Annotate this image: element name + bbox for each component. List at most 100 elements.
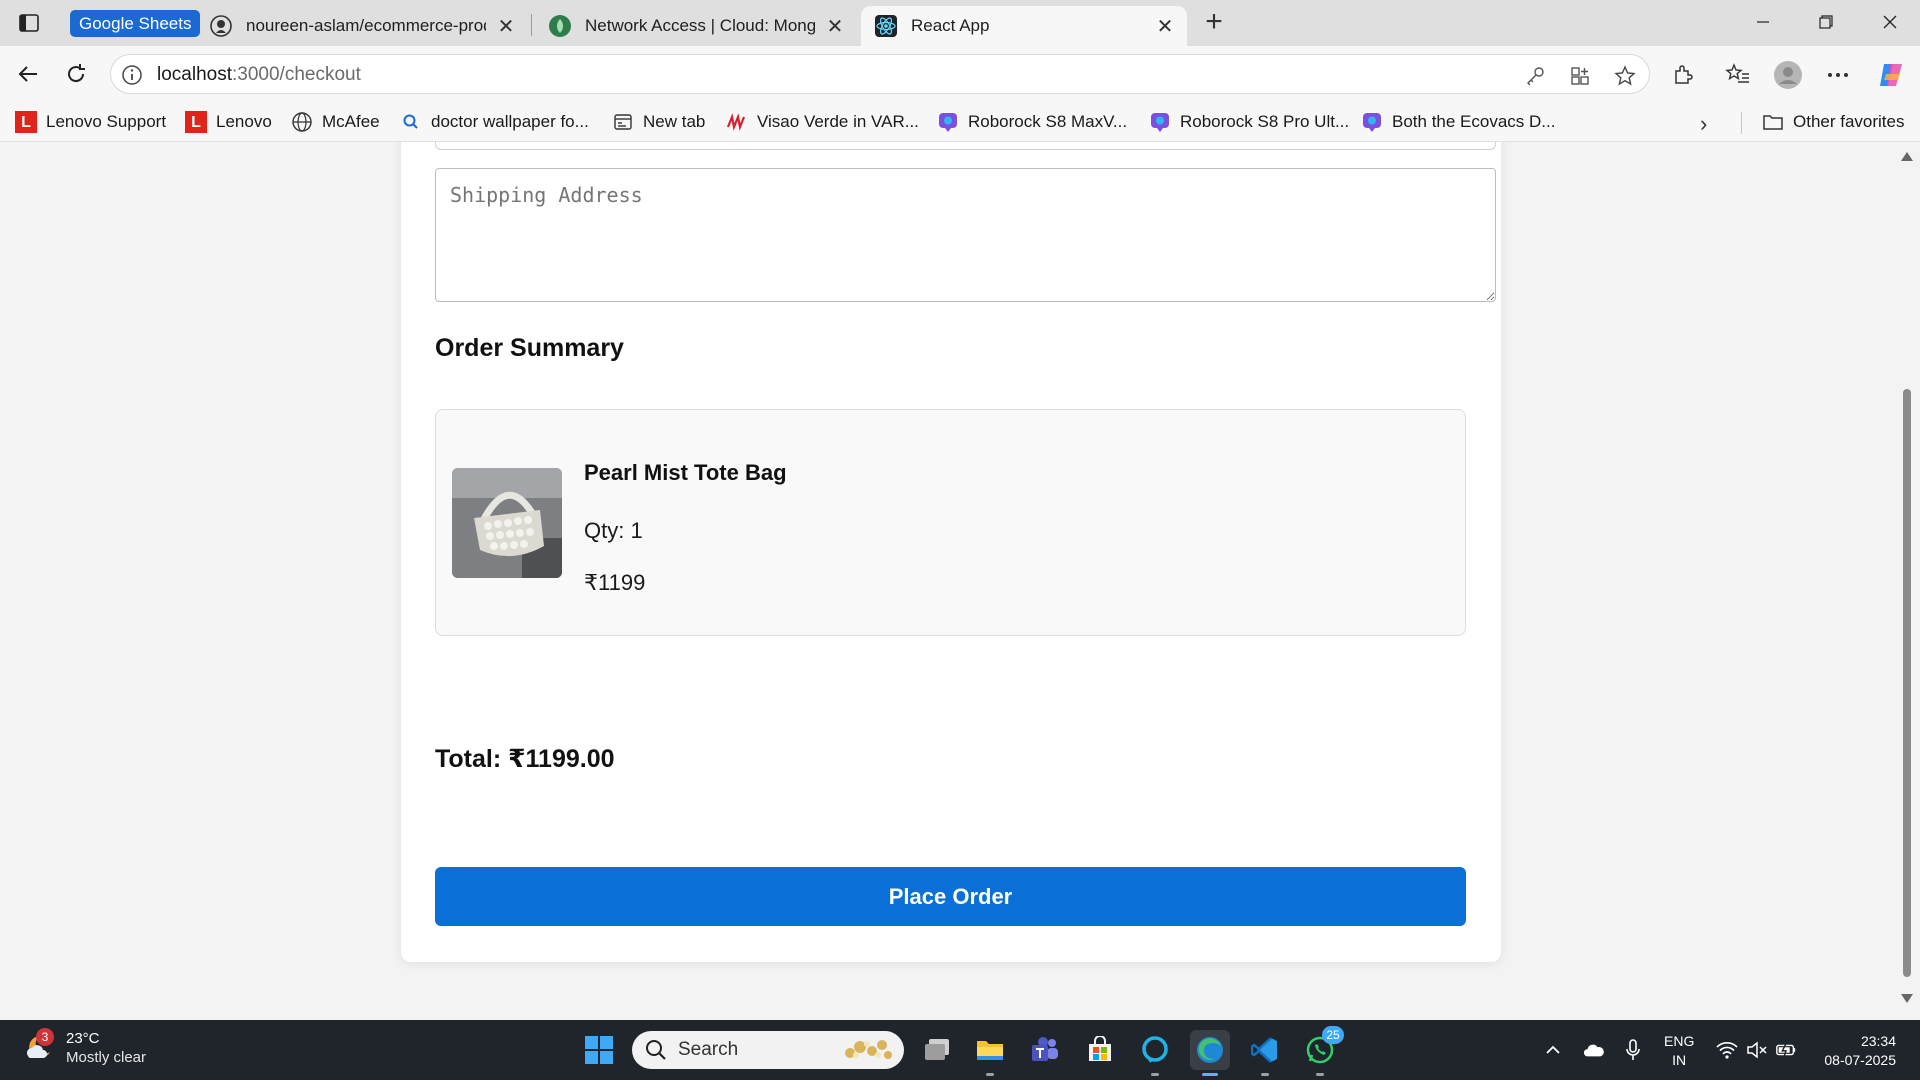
key-icon[interactable] [1523,64,1547,88]
varanasi-icon [726,111,748,133]
mongodb-leaf-icon [549,15,571,37]
globe-icon [291,111,313,133]
restore-icon[interactable] [1796,0,1856,44]
address-toolbar: localhost:3000/checkout [0,46,1920,102]
minimize-icon[interactable] [1733,0,1793,44]
bookmark-label: doctor wallpaper fo... [431,112,589,131]
bookmark-label: Both the Ecovacs D... [1392,112,1556,131]
profile-avatar-icon[interactable] [1773,60,1803,90]
scrollbar-thumb[interactable] [1903,389,1911,977]
bookmark-label: McAfee [322,112,380,131]
lenovo-icon: L [185,111,207,133]
battery-charging-icon[interactable] [1775,1039,1797,1061]
microsoft-store-icon[interactable] [1080,1030,1120,1070]
star-icon[interactable] [1613,64,1637,88]
checkout-card: Order Summary Pearl Mist Tote Bag [401,142,1501,962]
language-indicator[interactable]: ENG IN [1664,1032,1694,1070]
search-placeholder: Search [678,1039,739,1060]
microphone-icon[interactable] [1622,1039,1644,1061]
wifi-icon[interactable] [1716,1039,1738,1061]
bookmark-label: Lenovo [216,112,272,131]
folder-icon [1762,111,1784,133]
chevron-up-icon[interactable] [1542,1039,1564,1061]
teams-icon[interactable] [1025,1030,1065,1070]
close-icon[interactable]: ✕ [823,14,847,38]
bookmark-label: Visao Verde in VAR... [757,112,919,131]
tab-bar: Google Sheets noureen-aslam/ecommerce-pr… [0,0,1920,46]
place-order-button[interactable]: Place Order [435,867,1466,926]
volume-muted-icon[interactable] [1746,1039,1768,1061]
tab-actions-icon[interactable] [14,10,44,36]
tab-title: React App [911,16,990,35]
file-explorer-icon[interactable] [970,1030,1010,1076]
notification-badge: 25 [1322,1026,1344,1044]
shipping-address-input[interactable] [435,168,1496,302]
windows-taskbar: 3 23°C Mostly clear Search 25 ENG IN 23:… [0,1020,1920,1080]
order-summary-title: Order Summary [435,334,624,362]
weather-widget[interactable]: 3 23°C Mostly clear [22,1028,147,1067]
chevron-right-icon[interactable]: › [1700,111,1707,137]
back-arrow-icon[interactable] [12,58,44,90]
product-image [452,468,562,578]
tab-github[interactable]: noureen-aslam/ecommerce-prod ✕ [196,6,528,46]
clock-date: 08-07-2025 [1824,1052,1896,1068]
bookmark-label: Other favorites [1793,112,1905,131]
system-clock[interactable]: 23:34 08-07-2025 [1816,1032,1896,1070]
window-close-icon[interactable] [1860,0,1920,44]
favorites-icon[interactable] [1723,60,1753,90]
onedrive-cloud-icon[interactable] [1583,1039,1605,1061]
bookmark-doctor-wallpaper[interactable]: doctor wallpaper fo... [400,110,589,134]
github-icon [210,15,232,37]
copilot-icon[interactable] [1876,60,1906,90]
weather-condition: Mostly clear [66,1049,147,1066]
search-icon [400,111,422,133]
task-view-icon[interactable] [917,1030,957,1070]
site-info-icon[interactable] [121,64,143,86]
scroll-down-arrow-icon[interactable] [1901,994,1913,1003]
extensions-icon[interactable] [1668,60,1698,90]
product-name: Pearl Mist Tote Bag [584,460,787,485]
weather-temperature: 23°C [66,1030,100,1047]
new-tab-icon[interactable]: + [1197,6,1231,40]
search-highlight-icon [840,1035,896,1071]
more-options-icon[interactable] [1823,60,1853,90]
bookmark-lenovo-support[interactable]: L Lenovo Support [15,110,166,134]
windows-start-icon[interactable] [579,1030,619,1070]
url-text[interactable]: localhost:3000/checkout [157,64,361,86]
app-available-icon[interactable] [1568,64,1592,88]
weather-badge: 3 [36,1028,54,1046]
bookmark-lenovo[interactable]: L Lenovo [185,110,272,134]
running-indicator [986,1073,994,1076]
close-icon[interactable]: ✕ [494,14,518,38]
whatsapp-icon[interactable]: 25 [1300,1026,1344,1076]
vscode-icon[interactable] [1245,1030,1285,1076]
address-bar[interactable]: localhost:3000/checkout [110,54,1650,94]
scroll-up-arrow-icon[interactable] [1901,152,1913,161]
bookmark-other-favorites[interactable]: Other favorites [1762,110,1905,134]
refresh-icon[interactable] [60,58,92,90]
bookmark-mcafee[interactable]: McAfee [291,110,380,134]
vertical-scrollbar[interactable] [1894,142,1920,1016]
close-icon[interactable]: ✕ [1153,14,1177,38]
tab-mongodb[interactable]: Network Access | Cloud: MongoD ✕ [535,6,857,46]
alexa-icon[interactable] [1135,1030,1175,1076]
edge-browser-icon[interactable] [1190,1030,1230,1076]
bookmark-roborock-pro[interactable]: Roborock S8 Pro Ult... [1149,110,1349,134]
bookmark-roborock-maxv[interactable]: Roborock S8 MaxV... [937,110,1127,134]
bookmark-separator [1741,112,1742,134]
search-icon [644,1038,668,1062]
tab-react-app[interactable]: React App ✕ [861,6,1187,46]
copilot-page-icon [1149,111,1171,133]
language-code: ENG [1664,1033,1695,1049]
product-quantity: Qty: 1 [584,518,643,543]
lenovo-icon: L [15,111,37,133]
bookmark-visao-verde[interactable]: Visao Verde in VAR... [726,110,919,134]
tab-group-chip[interactable]: Google Sheets [70,10,201,37]
bookmark-label: Lenovo Support [46,112,167,131]
taskbar-search-input[interactable]: Search [632,1031,904,1069]
tab-title: Network Access | Cloud: MongoD [585,16,815,35]
previous-input-field[interactable] [435,142,1496,150]
bookmark-ecovacs[interactable]: Both the Ecovacs D... [1361,110,1555,134]
running-indicator [1316,1073,1324,1076]
bookmark-new-tab[interactable]: New tab [612,110,705,134]
